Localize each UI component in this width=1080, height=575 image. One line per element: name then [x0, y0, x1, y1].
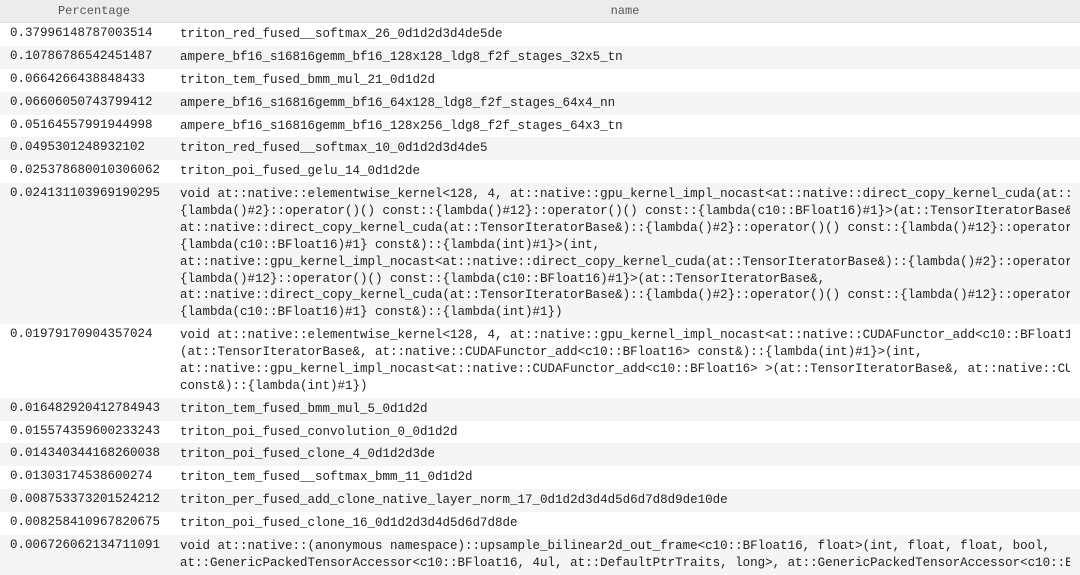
table-row: 0.016482920412784943triton_tem_fused_bmm…	[0, 398, 1080, 421]
name-cell: void at::native::(anonymous namespace)::…	[170, 535, 1080, 575]
table-row: 0.008258410967820675triton_poi_fused_clo…	[0, 512, 1080, 535]
table-row: 0.0495301248932102triton_red_fused__soft…	[0, 137, 1080, 160]
table-row: 0.10786786542451487ampere_bf16_s16816gem…	[0, 46, 1080, 69]
name-cell: triton_poi_fused_convolution_0_0d1d2d	[170, 421, 1080, 444]
header-row: Percentage name	[0, 0, 1080, 23]
percentage-cell: 0.016482920412784943	[0, 398, 170, 421]
percentage-cell: 0.024131103969190295	[0, 183, 170, 324]
percentage-cell: 0.10786786542451487	[0, 46, 170, 69]
table-row: 0.01979170904357024void at::native::elem…	[0, 324, 1080, 398]
name-cell: triton_tem_fused_bmm_mul_5_0d1d2d	[170, 398, 1080, 421]
percentage-cell: 0.01303174538600274	[0, 466, 170, 489]
percentage-cell: 0.008258410967820675	[0, 512, 170, 535]
name-cell: triton_red_fused__softmax_10_0d1d2d3d4de…	[170, 137, 1080, 160]
percentage-cell: 0.006726062134711091	[0, 535, 170, 575]
table-row: 0.024131103969190295void at::native::ele…	[0, 183, 1080, 324]
name-cell: ampere_bf16_s16816gemm_bf16_64x128_ldg8_…	[170, 92, 1080, 115]
percentage-cell: 0.06606050743799412	[0, 92, 170, 115]
percentage-cell: 0.05164557991944998	[0, 115, 170, 138]
table-row: 0.37996148787003514triton_red_fused__sof…	[0, 23, 1080, 46]
name-cell: void at::native::elementwise_kernel<128,…	[170, 324, 1080, 398]
name-cell: ampere_bf16_s16816gemm_bf16_128x128_ldg8…	[170, 46, 1080, 69]
percentage-cell: 0.37996148787003514	[0, 23, 170, 46]
percentage-cell: 0.008753373201524212	[0, 489, 170, 512]
name-cell: void at::native::elementwise_kernel<128,…	[170, 183, 1080, 324]
name-cell: ampere_bf16_s16816gemm_bf16_128x256_ldg8…	[170, 115, 1080, 138]
name-cell: triton_poi_fused_clone_4_0d1d2d3de	[170, 443, 1080, 466]
name-cell: triton_tem_fused__softmax_bmm_11_0d1d2d	[170, 466, 1080, 489]
name-cell: triton_poi_fused_gelu_14_0d1d2de	[170, 160, 1080, 183]
percentage-cell: 0.025378680010306062	[0, 160, 170, 183]
name-cell: triton_red_fused__softmax_26_0d1d2d3d4de…	[170, 23, 1080, 46]
name-cell: triton_per_fused_add_clone_native_layer_…	[170, 489, 1080, 512]
table-row: 0.006726062134711091void at::native::(an…	[0, 535, 1080, 575]
percentage-cell: 0.015574359600233243	[0, 421, 170, 444]
percentage-cell: 0.0664266438848433	[0, 69, 170, 92]
table-row: 0.05164557991944998ampere_bf16_s16816gem…	[0, 115, 1080, 138]
percentage-cell: 0.01979170904357024	[0, 324, 170, 398]
name-cell: triton_tem_fused_bmm_mul_21_0d1d2d	[170, 69, 1080, 92]
header-percentage[interactable]: Percentage	[0, 0, 170, 23]
table-row: 0.008753373201524212triton_per_fused_add…	[0, 489, 1080, 512]
table-row: 0.025378680010306062triton_poi_fused_gel…	[0, 160, 1080, 183]
profiler-table: Percentage name 0.37996148787003514trito…	[0, 0, 1080, 575]
table-row: 0.06606050743799412ampere_bf16_s16816gem…	[0, 92, 1080, 115]
table-row: 0.014340344168260038triton_poi_fused_clo…	[0, 443, 1080, 466]
table-row: 0.015574359600233243triton_poi_fused_con…	[0, 421, 1080, 444]
table-row: 0.01303174538600274triton_tem_fused__sof…	[0, 466, 1080, 489]
header-name[interactable]: name	[170, 0, 1080, 23]
name-cell: triton_poi_fused_clone_16_0d1d2d3d4d5d6d…	[170, 512, 1080, 535]
percentage-cell: 0.014340344168260038	[0, 443, 170, 466]
percentage-cell: 0.0495301248932102	[0, 137, 170, 160]
table-row: 0.0664266438848433triton_tem_fused_bmm_m…	[0, 69, 1080, 92]
